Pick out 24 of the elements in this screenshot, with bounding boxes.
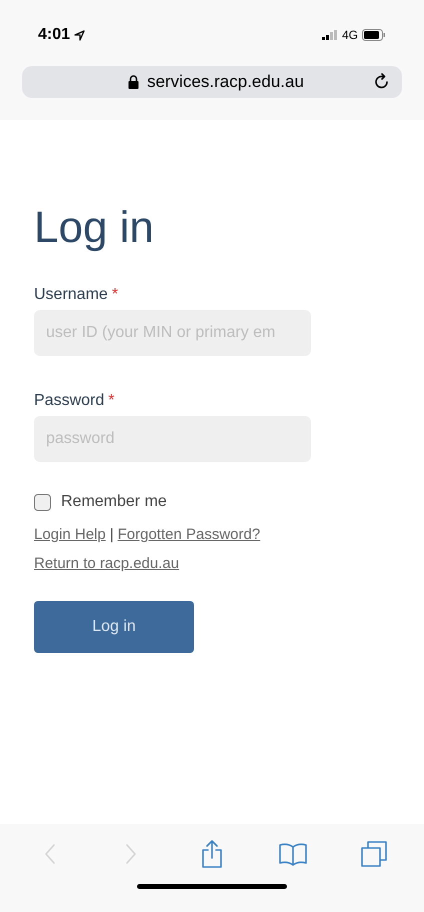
status-time: 4:01: [38, 25, 70, 45]
share-icon[interactable]: [201, 839, 223, 869]
login-button[interactable]: Log in: [34, 601, 194, 653]
address-bar[interactable]: services.racp.edu.au: [22, 66, 402, 98]
book-icon[interactable]: [278, 842, 308, 866]
required-asterisk: *: [108, 391, 114, 411]
help-link[interactable]: Login Help: [34, 524, 106, 546]
help-link[interactable]: Forgotten Password?: [118, 524, 260, 546]
tabs-icon[interactable]: [360, 840, 388, 868]
page-heading: Log in: [34, 206, 155, 250]
url-text: services.racp.edu.au: [147, 71, 304, 94]
battery-icon: [362, 29, 386, 41]
required-asterisk: *: [112, 285, 118, 305]
link-separator: |: [110, 525, 114, 545]
field-label: Password: [34, 391, 104, 411]
location-arrow-icon: [74, 30, 86, 40]
network-label: 4G: [342, 27, 358, 44]
lock-icon: [128, 75, 140, 89]
signal-icon: [322, 30, 338, 40]
remember-label: Remember me: [61, 492, 167, 512]
reload-icon[interactable]: [374, 73, 390, 91]
remember-checkbox[interactable]: [34, 494, 51, 510]
return-link[interactable]: Return to racp.edu.au: [34, 552, 180, 575]
field-label: Username: [34, 285, 108, 305]
